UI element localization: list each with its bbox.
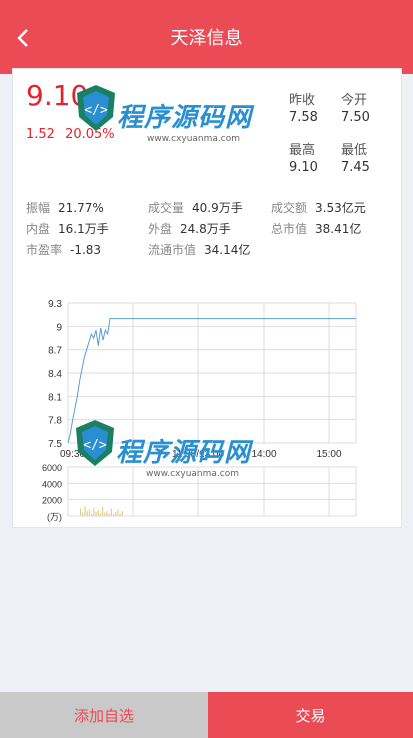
stat-market-cap: 总市值 38.41亿 (271, 222, 362, 236)
watermark-text: 程序源码网 (117, 103, 253, 133)
volume-bar (108, 513, 110, 516)
stat-pe-ratio: 市盈率 -1.83 (26, 243, 102, 257)
volume-bar (99, 513, 101, 516)
y-tick-label: 8.1 (48, 392, 62, 403)
volume-bar (117, 509, 119, 516)
stat-volume: 成交量 40.9万手 (148, 201, 243, 215)
y-tick-label: 9.3 (48, 299, 62, 310)
change-percent: 20.05% (65, 127, 115, 142)
stat-amplitude: 振幅 21.77% (26, 201, 104, 215)
stat-float-cap: 流通市值 34.14亿 (148, 243, 251, 257)
open-label: 今开 (341, 93, 368, 108)
watermark-url: www.cxyuanma.com (147, 134, 241, 144)
low-label: 最低 (341, 143, 368, 158)
x-tick-label: 09:30 (60, 449, 85, 460)
x-tick-label: 11:30/13:00 (172, 449, 225, 460)
low-value: 7.45 (341, 160, 370, 175)
y-tick-label: 8.7 (48, 346, 62, 357)
header-bar: 天泽信息 (0, 0, 413, 74)
page-title: 天泽信息 (170, 28, 243, 49)
change-value: 1.52 (26, 127, 55, 142)
volume-tick-label: (万) (47, 512, 62, 522)
volume-bar (91, 513, 93, 516)
high-label: 最高 (289, 143, 316, 158)
volume-tick-label: 6000 (42, 463, 62, 473)
open-value: 7.50 (341, 110, 370, 125)
volume-bar (86, 511, 88, 516)
volume-bar (121, 511, 123, 516)
volume-bar (102, 507, 104, 516)
volume-bar (95, 511, 97, 516)
stat-turnover: 成交额 3.53亿元 (271, 201, 366, 215)
volume-bar (82, 512, 84, 516)
volume-bar (106, 511, 108, 516)
y-tick-label: 9 (56, 322, 62, 333)
price-line (67, 318, 356, 444)
price-change: 1.52 20.05% (26, 127, 121, 142)
stat-inner-vol: 内盘 16.1万手 (26, 222, 109, 236)
intraday-chart[interactable]: 9.398.78.48.17.87.509:30 11:30/13:00 14:00… (13, 291, 403, 523)
volume-bar (113, 513, 115, 516)
x-tick-label: 14:00 (251, 449, 276, 460)
volume-bar (80, 508, 82, 516)
high-value: 9.10 (289, 160, 318, 175)
bottom-action-bar: 添加自选 交易 (0, 692, 413, 738)
volume-bar (88, 509, 90, 516)
trade-button[interactable]: 交易 (208, 692, 413, 738)
volume-tick-label: 4000 (42, 479, 62, 489)
y-tick-label: 7.8 (48, 416, 62, 427)
volume-bar (110, 508, 112, 516)
volume-bar (84, 506, 86, 516)
prev-close-value: 7.58 (289, 110, 318, 125)
stat-outer-vol: 外盘 24.8万手 (148, 222, 231, 236)
x-tick-label: 15:00 (316, 449, 341, 460)
current-price: 9.10 (26, 79, 89, 112)
volume-bar (97, 510, 99, 516)
y-tick-label: 8.4 (48, 369, 62, 380)
add-watchlist-button[interactable]: 添加自选 (0, 692, 208, 738)
volume-bar (115, 511, 117, 516)
prev-close-label: 昨收 (289, 93, 316, 108)
volume-bar (104, 512, 106, 516)
volume-bar (93, 507, 95, 516)
volume-bar (119, 513, 121, 516)
quote-card: 9.10 1.52 20.05% 昨收 今开 7.58 7.50 最高 最低 9… (12, 68, 402, 528)
volume-tick-label: 2000 (42, 496, 62, 506)
